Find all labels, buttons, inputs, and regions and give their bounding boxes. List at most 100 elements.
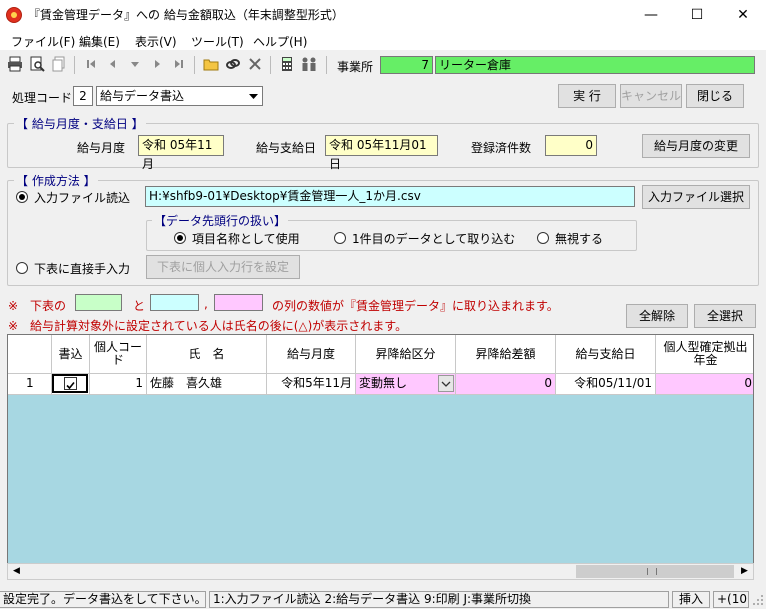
file-read-label: 入力ファイル読込: [34, 191, 131, 205]
col-header-code[interactable]: 個人コード: [90, 335, 147, 374]
toolbar-separator: [74, 56, 75, 74]
open-folder-icon[interactable]: [202, 56, 220, 74]
month-field[interactable]: 令和 05年11月: [138, 135, 224, 171]
toolbar-separator: [326, 56, 327, 74]
direct-input-label: 下表に直接手入力: [34, 262, 131, 276]
toolbar-separator: [194, 56, 195, 74]
users-icon[interactable]: [300, 56, 318, 74]
col-header-month[interactable]: 給与月度: [267, 335, 356, 374]
grid-corner-header: [8, 335, 52, 374]
raise-diff-cell[interactable]: 0: [456, 374, 556, 395]
copy-icon[interactable]: [50, 56, 68, 74]
print-preview-icon[interactable]: [28, 56, 46, 74]
col-header-raise-class[interactable]: 昇降給区分: [356, 335, 456, 374]
close-button[interactable]: 閉じる: [686, 84, 744, 108]
count-label: 登録済件数: [471, 141, 532, 155]
header-as-data-label: 1件目のデータとして取り込む: [352, 232, 516, 246]
menu-file[interactable]: ファイル(F): [11, 33, 75, 50]
process-code-input[interactable]: 2: [73, 86, 93, 106]
note-line1-suffix: の列の数値が『賃金管理データ』に取り込まれます。: [272, 299, 559, 313]
clear-all-button[interactable]: 全解除: [626, 304, 688, 328]
col-header-name[interactable]: 氏 名: [147, 335, 267, 374]
delete-icon[interactable]: [246, 56, 264, 74]
process-code-label: 処理コード: [12, 91, 73, 105]
title-bar: 『賃金管理データ』への 給与金額取込（年末調整型形式） — ☐ ✕: [0, 0, 766, 30]
grip-icon: [647, 568, 657, 575]
pay-date-cell[interactable]: 令和05/11/01: [556, 374, 656, 395]
header-row-group-title: 【データ先頭行の扱い】: [152, 212, 289, 229]
file-read-radio[interactable]: [16, 191, 28, 203]
header-ignore-radio[interactable]: [537, 232, 549, 244]
link-icon[interactable]: [224, 56, 242, 74]
method-group-title: 【 作成方法 】: [14, 172, 98, 189]
note-and-text: と: [133, 299, 146, 313]
set-personal-row-button[interactable]: 下表に個人入力行を設定: [146, 255, 300, 279]
office-name-field: リーター倉庫: [435, 56, 755, 74]
status-bar: 設定完了。データ書込をして下さい。 1:入力ファイル読込 2:給与データ書込 9…: [0, 589, 766, 609]
direct-input-radio[interactable]: [16, 262, 28, 274]
file-select-button[interactable]: 入力ファイル選択: [642, 185, 750, 209]
resize-grip-icon[interactable]: [752, 594, 764, 606]
process-select[interactable]: 給与データ書込: [96, 86, 263, 106]
menu-help[interactable]: ヘルプ(H): [253, 33, 307, 50]
toolbar: 事業所 7 リーター倉庫: [0, 52, 766, 78]
legend-pink-swatch: [214, 294, 263, 311]
menu-view[interactable]: 表示(V): [135, 33, 177, 50]
scroll-right-icon[interactable]: ▶: [737, 565, 752, 578]
note-comma-text: ,: [204, 297, 208, 311]
month-label: 給与月度: [77, 141, 126, 155]
run-button[interactable]: 実 行: [558, 84, 616, 108]
name-cell[interactable]: 佐藤 喜久雄: [147, 374, 267, 395]
print-icon[interactable]: [6, 56, 24, 74]
col-header-pay-date[interactable]: 給与支給日: [556, 335, 656, 374]
col-header-raise-diff[interactable]: 昇降給差額: [456, 335, 556, 374]
raise-class-value: 変動無し: [359, 376, 408, 390]
menu-tools[interactable]: ツール(T): [191, 33, 244, 50]
office-code-field[interactable]: 7: [380, 56, 433, 74]
minimize-button[interactable]: —: [628, 0, 674, 30]
write-cell[interactable]: [52, 374, 90, 395]
close-window-button[interactable]: ✕: [720, 0, 766, 30]
data-grid[interactable]: 書込 個人コード 氏 名 給与月度 昇降給区分 昇降給差額 給与支給日 個人型確…: [7, 334, 754, 580]
process-select-value: 給与データ書込: [100, 89, 185, 103]
prev-record-icon[interactable]: [104, 56, 122, 74]
col-header-pension[interactable]: 個人型確定拠出年金: [656, 335, 753, 374]
cancel-button[interactable]: キャンセル: [620, 84, 682, 108]
header-as-names-radio[interactable]: [174, 232, 186, 244]
chevron-down-icon[interactable]: [438, 375, 454, 392]
status-shortcuts: 1:入力ファイル読込 2:給与データ書込 9:印刷 J:事業所切換: [209, 591, 669, 608]
status-message: 設定完了。データ書込をして下さい。: [0, 591, 206, 608]
col-header-write[interactable]: 書込: [52, 335, 90, 374]
write-checkbox[interactable]: [64, 377, 77, 390]
scroll-left-icon[interactable]: ◀: [9, 565, 24, 578]
next-record-icon[interactable]: [148, 56, 166, 74]
pension-cell[interactable]: 0: [656, 374, 753, 395]
first-record-icon[interactable]: [82, 56, 100, 74]
note-line1-prefix: ※ 下表の: [8, 299, 67, 313]
window-title: 『賃金管理データ』への 給与金額取込（年末調整型形式）: [28, 8, 344, 22]
last-record-icon[interactable]: [170, 56, 188, 74]
header-as-data-radio[interactable]: [334, 232, 346, 244]
change-month-button[interactable]: 給与月度の変更: [642, 134, 750, 158]
count-field: 0: [545, 135, 597, 156]
month-cell[interactable]: 令和5年11月: [267, 374, 356, 395]
check-icon: [66, 381, 75, 390]
pay-date-field[interactable]: 令和 05年11月01日: [325, 135, 438, 171]
maximize-button[interactable]: ☐: [674, 0, 720, 30]
raise-class-cell[interactable]: 変動無し: [356, 374, 456, 395]
pay-date-label: 給与支給日: [256, 141, 317, 155]
code-cell[interactable]: 1: [90, 374, 147, 395]
scroll-thumb[interactable]: [576, 565, 734, 578]
horizontal-scrollbar[interactable]: ◀ ▶: [7, 563, 754, 580]
app-icon: [6, 7, 22, 23]
status-insert-mode: 挿入: [672, 591, 710, 608]
menu-edit[interactable]: 編集(E): [79, 33, 120, 50]
select-all-button[interactable]: 全選択: [694, 304, 756, 328]
file-path-field[interactable]: H:¥shfb9-01¥Desktop¥賃金管理一人_1か月.csv: [145, 186, 635, 207]
toolbar-separator: [270, 56, 271, 74]
calculator-icon[interactable]: [278, 56, 296, 74]
header-ignore-label: 無視する: [555, 232, 604, 246]
down-record-icon[interactable]: [126, 56, 144, 74]
month-group-title: 【 給与月度・支給日 】: [14, 115, 146, 132]
chevron-down-icon[interactable]: [247, 89, 260, 103]
